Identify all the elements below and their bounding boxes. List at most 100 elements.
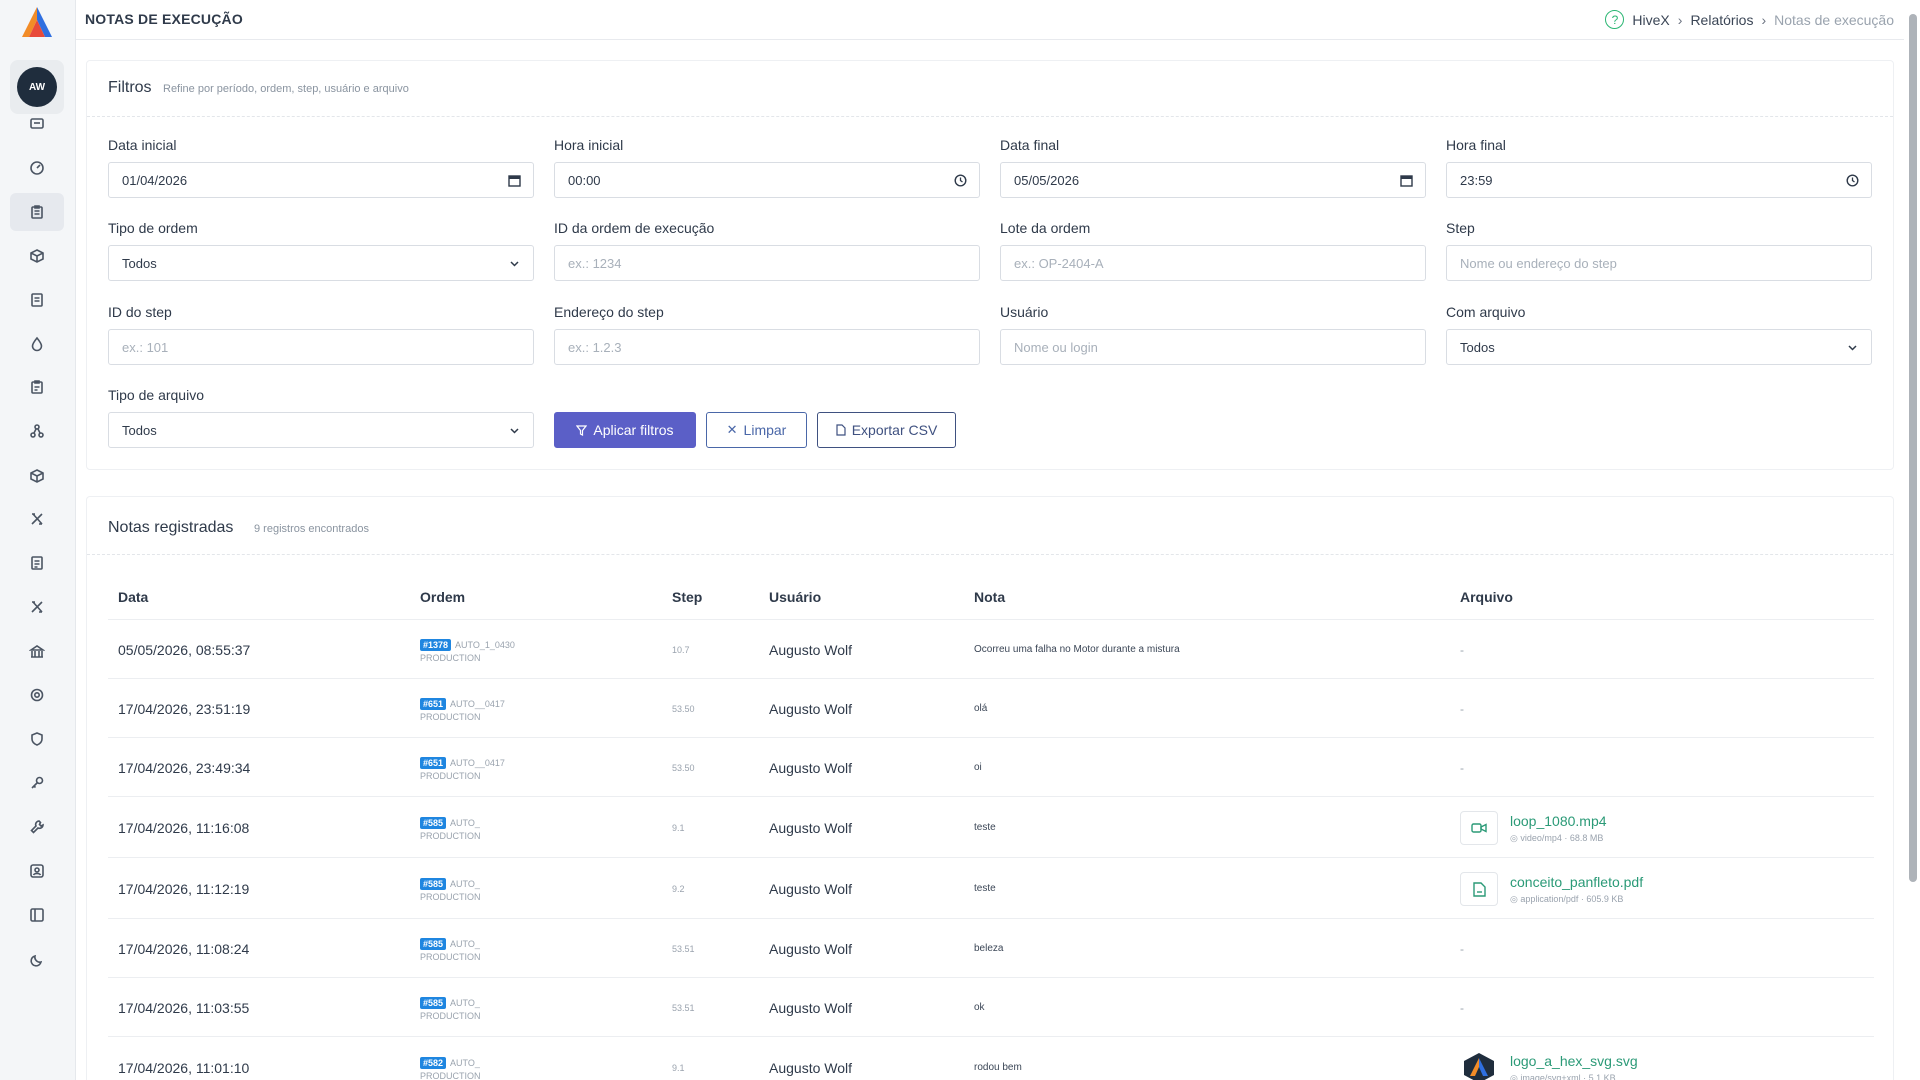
report-icon [31,293,43,307]
sidebar-item-tools[interactable] [10,500,64,538]
sidebar-item-drop[interactable] [10,325,64,363]
cell-order[interactable]: #1378 AUTO_1_0430 PRODUCTION [420,635,515,663]
order-id-badge[interactable]: #651 [420,698,447,710]
cell-note: beleza [974,943,1004,954]
hora-final-input[interactable]: 23:59 [1446,162,1872,198]
sidebar-item-settings[interactable] [10,676,64,714]
order-id-badge[interactable]: #1378 [420,639,452,651]
clipboard-list-icon [31,380,43,394]
order-id-badge[interactable]: #582 [420,1057,447,1069]
breadcrumb: ? HiveX › Relatórios › Notas de execução [1605,10,1894,29]
calendar-icon[interactable] [508,174,521,187]
sidebar-item-panel[interactable] [10,896,64,934]
help-icon[interactable]: ? [1605,10,1625,29]
id-step-input[interactable]: ex.: 101 [108,329,534,365]
export-csv-button[interactable]: Exportar CSV [817,412,956,448]
cell-order[interactable]: #585 AUTO_ PRODUCTION [420,993,481,1021]
cell-file-empty: - [1460,1001,1464,1015]
file-thumbnail[interactable] [1460,1051,1498,1080]
sidebar-item-document[interactable] [10,544,64,582]
order-type: PRODUCTION [420,1011,481,1021]
cell-step: 53.51 [672,944,695,954]
key-icon [31,776,44,789]
sidebar-item-key[interactable] [10,764,64,802]
tipo-arquivo-select[interactable]: Todos [108,412,534,448]
tipo-ordem-select[interactable]: Todos [108,245,534,281]
com-arquivo-select[interactable]: Todos [1446,329,1872,365]
page-title: NOTAS DE EXECUÇÃO [85,11,243,27]
clear-label: Limpar [743,422,787,438]
clock-icon[interactable] [954,174,967,187]
step-input[interactable]: Nome ou endereço do step [1446,245,1872,281]
column-header-arquivo[interactable]: Arquivo [1460,589,1513,605]
scrollbar[interactable] [1904,0,1920,1080]
sidebar-item-moon[interactable] [10,941,64,979]
file-link[interactable]: logo_a_hex_svg.svg [1510,1053,1638,1069]
cell-file-empty: - [1460,942,1464,956]
clock-icon[interactable] [1846,174,1859,187]
scrollbar-thumb[interactable] [1909,14,1917,882]
hora-inicial-input[interactable]: 00:00 [554,162,980,198]
data-inicial-input[interactable]: 01/04/2026 [108,162,534,198]
sidebar-item-box[interactable] [10,237,64,275]
data-final-input[interactable]: 05/05/2026 [1000,162,1426,198]
hivex-logo[interactable] [21,6,53,40]
order-code: AUTO_ [450,939,480,949]
cell-order[interactable]: #651 AUTO__0417 PRODUCTION [420,753,505,781]
order-id-badge[interactable]: #585 [420,997,447,1009]
usuario-input[interactable]: Nome ou login [1000,329,1426,365]
cell-order[interactable]: #651 AUTO__0417 PRODUCTION [420,694,505,722]
order-id-badge[interactable]: #585 [420,878,447,890]
column-header-usuario[interactable]: Usuário [769,589,821,605]
file-thumbnail[interactable] [1460,811,1498,845]
sidebar-item-wrench[interactable] [10,808,64,846]
sidebar-item-chat[interactable] [10,105,64,143]
breadcrumb-item-relatorios[interactable]: Relatórios [1690,12,1753,28]
cell-date: 05/05/2026, 08:55:37 [118,642,251,658]
sidebar-item-report[interactable] [10,281,64,319]
sidebar-item-cube[interactable] [10,457,64,495]
cell-date: 17/04/2026, 11:16:08 [118,820,250,836]
file-meta: ◎ image/svg+xml · 5.1 KB [1510,1073,1616,1080]
breadcrumb-item-hivex[interactable]: HiveX [1632,12,1669,28]
order-id-badge[interactable]: #585 [420,817,447,829]
id-ordem-input[interactable]: ex.: 1234 [554,245,980,281]
clear-button[interactable]: ✕ Limpar [706,412,807,448]
data-final-value: 05/05/2026 [1014,172,1080,188]
column-header-nota[interactable]: Nota [974,589,1005,605]
lote-ordem-input[interactable]: ex.: OP-2404-A [1000,245,1426,281]
sidebar-item-bank[interactable] [10,632,64,670]
sidebar-item-clipboard[interactable] [10,193,64,231]
file-link[interactable]: loop_1080.mp4 [1510,813,1607,829]
panel-icon [30,908,44,922]
filters-title: Filtros [108,79,152,96]
step-label: Step [1446,220,1475,236]
column-header-data[interactable]: Data [118,589,148,605]
apply-filters-button[interactable]: Aplicar filtros [554,412,696,448]
order-id-badge[interactable]: #585 [420,938,447,950]
cell-date: 17/04/2026, 23:49:34 [118,760,251,776]
file-thumbnail[interactable] [1460,872,1498,906]
sidebar-item-user-badge[interactable] [10,852,64,890]
com-arquivo-label: Com arquivo [1446,304,1526,320]
calendar-icon[interactable] [1400,174,1413,187]
file-meta-text: application/pdf · 605.9 KB [1520,894,1624,904]
sidebar-item-nodes[interactable] [10,412,64,450]
cell-note: rodou bem [974,1062,1022,1073]
sidebar-item-shield[interactable] [10,720,64,758]
cell-order[interactable]: #585 AUTO_ PRODUCTION [420,934,481,962]
cell-order[interactable]: #582 AUTO_ PRODUCTION [420,1053,481,1080]
moon-icon [30,954,43,967]
cell-order[interactable]: #585 AUTO_ PRODUCTION [420,874,481,902]
sidebar-item-gauge[interactable] [10,149,64,187]
cell-order[interactable]: #585 AUTO_ PRODUCTION [420,813,481,841]
column-header-ordem[interactable]: Ordem [420,589,465,605]
order-id-badge[interactable]: #651 [420,757,447,769]
order-code: AUTO__0417 [450,699,505,709]
sidebar-item-clipboard-list[interactable] [10,368,64,406]
file-link[interactable]: conceito_panfleto.pdf [1510,874,1643,890]
sidebar-item-tools-alt[interactable] [10,588,64,626]
endereco-step-input[interactable]: ex.: 1.2.3 [554,329,980,365]
column-header-step[interactable]: Step [672,589,702,605]
tools-alt-icon [31,601,43,613]
